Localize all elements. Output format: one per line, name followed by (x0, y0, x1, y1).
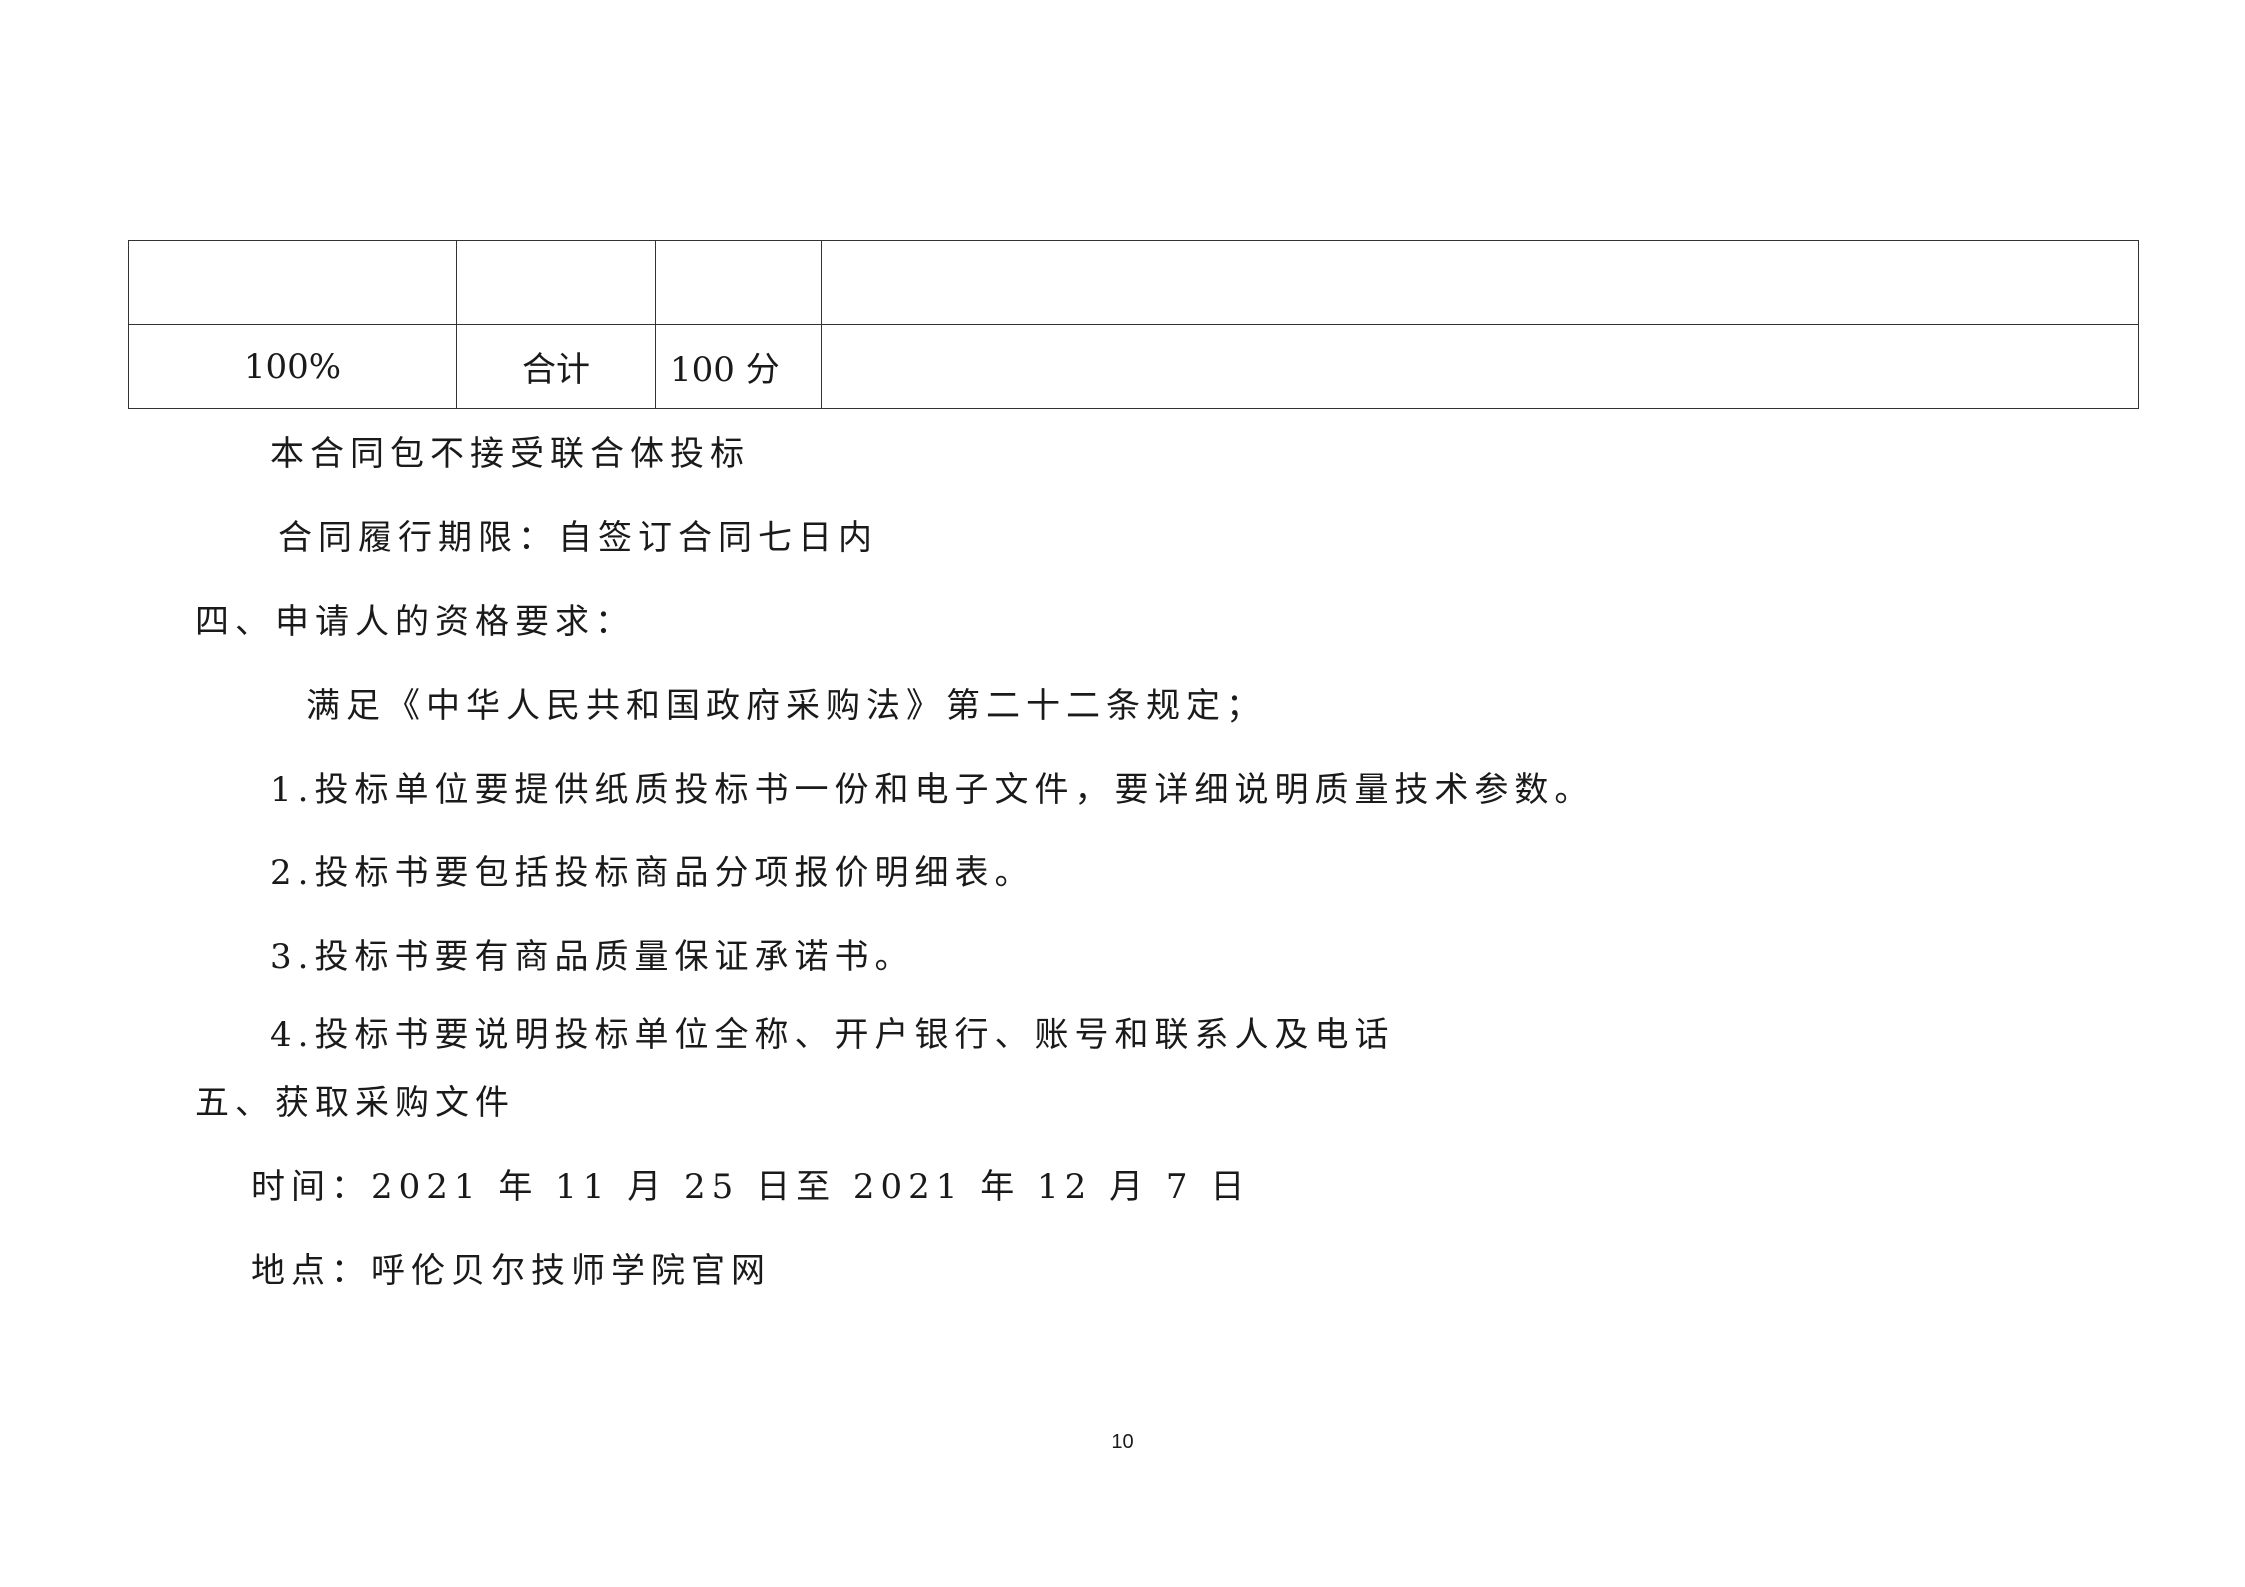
table-cell-weight: 100% (128, 324, 457, 409)
acquisition-location-text: 地点：呼伦贝尔技师学院官网 (251, 1251, 771, 1291)
requirement-item-1: 1.投标单位要提供纸质投标书一份和电子文件，要详细说明质量技术参数。 (270, 770, 1595, 810)
table-cell-description (821, 324, 2139, 409)
section-5-heading: 五、获取采购文件 (195, 1083, 515, 1123)
table-cell-weight (128, 240, 457, 325)
scoring-table: 100% 合计 100 分 (128, 240, 2139, 409)
law-requirement-text: 满足《中华人民共和国政府采购法》第二十二条规定； (306, 686, 1266, 726)
page-number: 10 (1111, 1431, 1134, 1453)
table-cell-item (456, 240, 656, 325)
requirement-item-2: 2.投标书要包括投标商品分项报价明细表。 (270, 853, 1035, 893)
table-row (128, 240, 2139, 325)
performance-period-text: 合同履行期限：自签订合同七日内 (278, 518, 878, 558)
table-cell-description (821, 240, 2139, 325)
document-page: 100% 合计 100 分 本合同包不接受联合体投标 合同履行期限：自签订合同七… (0, 0, 2245, 1587)
table-cell-score (655, 240, 822, 325)
acquisition-time-text: 时间：2021 年 11 月 25 日至 2021 年 12 月 7 日 (251, 1167, 1251, 1207)
section-4-heading: 四、申请人的资格要求： (195, 602, 635, 642)
requirement-item-3: 3.投标书要有商品质量保证承诺书。 (270, 937, 915, 977)
no-consortium-text: 本合同包不接受联合体投标 (270, 434, 750, 474)
requirement-item-4: 4.投标书要说明投标单位全称、开户银行、账号和联系人及电话 (270, 1015, 1395, 1055)
table-cell-score: 100 分 (655, 324, 822, 409)
table-row-total: 100% 合计 100 分 (128, 324, 2139, 409)
table-cell-item: 合计 (456, 324, 656, 409)
